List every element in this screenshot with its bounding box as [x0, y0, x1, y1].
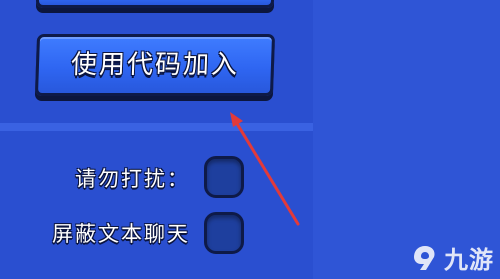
nine-game-logo-icon [414, 245, 435, 270]
watermark-text: 九游 [444, 246, 494, 274]
watermark: 九游 [410, 240, 494, 275]
red-arrow-annotation-icon [230, 112, 300, 226]
